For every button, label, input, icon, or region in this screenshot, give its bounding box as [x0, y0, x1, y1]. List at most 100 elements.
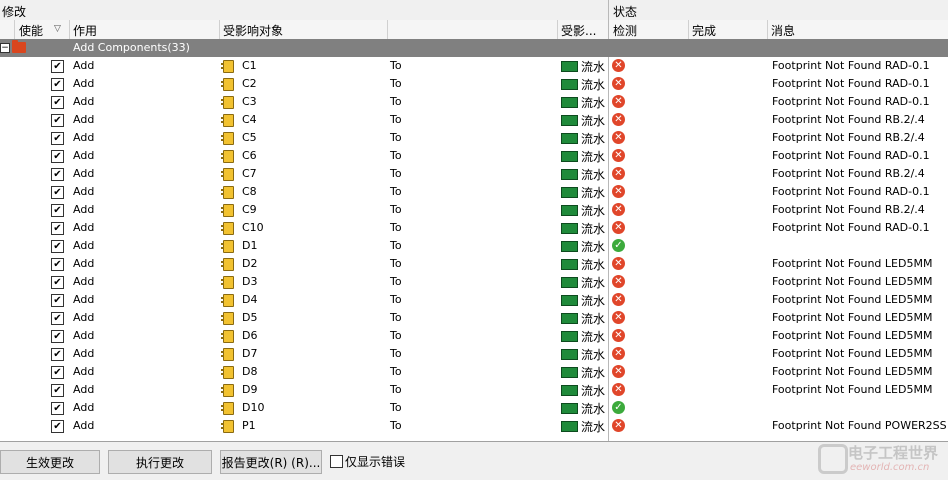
column-action[interactable]: 作用 [73, 22, 97, 39]
enable-checkbox[interactable]: ✔ [51, 204, 64, 217]
table-row[interactable]: ✔ Add D3 To 流水 ✕ Footprint Not Found LED5MM [0, 273, 948, 291]
enable-checkbox[interactable]: ✔ [51, 240, 64, 253]
table-row[interactable]: ✔ Add D8 To 流水 ✕ Footprint Not Found LED5MM [0, 363, 948, 381]
component-chip-icon [221, 312, 234, 325]
table-row[interactable]: ✔ Add C4 To 流水 ✕ Footprint Not Found RB.2/.4 [0, 111, 948, 129]
message-text: Footprint Not Found RAD-0.1 [772, 59, 930, 72]
pcb-document-icon [561, 187, 578, 198]
component-chip-icon [221, 132, 234, 145]
pcb-document-icon [561, 241, 578, 252]
action-text: Add [73, 347, 95, 360]
pcb-document-icon [561, 151, 578, 162]
column-message[interactable]: 消息 [771, 22, 795, 39]
enable-checkbox[interactable]: ✔ [51, 366, 64, 379]
column-divider [688, 20, 689, 39]
message-text: Footprint Not Found RAD-0.1 [772, 77, 930, 90]
table-row[interactable]: ✔ Add C6 To 流水 ✕ Footprint Not Found RAD-0.1 [0, 147, 948, 165]
column-divider [767, 20, 768, 39]
table-row[interactable]: ✔ Add C2 To 流水 ✕ Footprint Not Found RAD-0.1 [0, 75, 948, 93]
group-row-add-components[interactable]: − Add Components(33) [0, 39, 948, 57]
affected-object-text: C5 [242, 131, 257, 144]
error-circle-icon: ✕ [612, 383, 625, 396]
enable-checkbox[interactable]: ✔ [51, 312, 64, 325]
collapse-icon[interactable]: − [0, 43, 10, 53]
enable-checkbox[interactable]: ✔ [51, 276, 64, 289]
enable-checkbox[interactable]: ✔ [51, 258, 64, 271]
column-done[interactable]: 完成 [692, 22, 716, 39]
table-row[interactable]: ✔ Add C9 To 流水 ✕ Footprint Not Found RB.2/.4 [0, 201, 948, 219]
message-text: Footprint Not Found RAD-0.1 [772, 185, 930, 198]
report-changes-button[interactable]: 报告更改(R) (R)... [220, 450, 322, 474]
error-circle-icon: ✕ [612, 257, 625, 270]
enable-checkbox[interactable]: ✔ [51, 384, 64, 397]
action-text: Add [73, 167, 95, 180]
error-circle-icon: ✕ [612, 419, 625, 432]
enable-checkbox[interactable]: ✔ [51, 420, 64, 433]
table-row[interactable]: ✔ Add C3 To 流水 ✕ Footprint Not Found RAD-0.1 [0, 93, 948, 111]
action-text: Add [73, 203, 95, 216]
enable-checkbox[interactable]: ✔ [51, 168, 64, 181]
affected-object-text: C3 [242, 95, 257, 108]
action-text: Add [73, 401, 95, 414]
validate-changes-button[interactable]: 生效更改 [0, 450, 100, 474]
table-row[interactable]: ✔ Add C1 To 流水 ✕ Footprint Not Found RAD-0.1 [0, 57, 948, 75]
column-header-row: 使能 ▽ 作用 受影响对象 受影... 检测 完成 消息 [0, 20, 948, 40]
enable-checkbox[interactable]: ✔ [51, 186, 64, 199]
group-label: Add Components(33) [73, 41, 190, 54]
enable-checkbox[interactable]: ✔ [51, 96, 64, 109]
table-row[interactable]: ✔ Add D7 To 流水 ✕ Footprint Not Found LED5MM [0, 345, 948, 363]
table-row[interactable]: ✔ Add C5 To 流水 ✕ Footprint Not Found RB.2/.4 [0, 129, 948, 147]
enable-checkbox[interactable]: ✔ [51, 60, 64, 73]
errors-only-checkbox[interactable] [330, 455, 343, 468]
action-text: Add [73, 293, 95, 306]
table-row[interactable]: ✔ Add D2 To 流水 ✕ Footprint Not Found LED5MM [0, 255, 948, 273]
table-row[interactable]: ✔ Add D9 To 流水 ✕ Footprint Not Found LED5MM [0, 381, 948, 399]
enable-checkbox[interactable]: ✔ [51, 150, 64, 163]
table-row[interactable]: ✔ Add C10 To 流水 ✕ Footprint Not Found RAD-0.1 [0, 219, 948, 237]
affected-document-text: 流水 [581, 420, 606, 434]
table-row[interactable]: ✔ Add C8 To 流水 ✕ Footprint Not Found RAD-0.1 [0, 183, 948, 201]
component-chip-icon [221, 204, 234, 217]
enable-checkbox[interactable]: ✔ [51, 330, 64, 343]
table-row[interactable]: ✔ Add D6 To 流水 ✕ Footprint Not Found LED5MM [0, 327, 948, 345]
pcb-document-icon [561, 133, 578, 144]
message-text: Footprint Not Found LED5MM [772, 275, 933, 288]
execute-changes-button[interactable]: 执行更改 [108, 450, 212, 474]
affected-object-text: C2 [242, 77, 257, 90]
to-text: To [390, 401, 402, 414]
column-affected-document[interactable]: 受影... [561, 22, 596, 39]
message-text: Footprint Not Found RB.2/.4 [772, 167, 925, 180]
enable-checkbox[interactable]: ✔ [51, 222, 64, 235]
affected-document-text: 流水 [581, 150, 606, 164]
table-row[interactable]: ✔ Add D5 To 流水 ✕ Footprint Not Found LED5MM [0, 309, 948, 327]
sort-icon[interactable]: ▽ [54, 24, 61, 34]
column-enable[interactable]: 使能 [19, 22, 43, 39]
table-row[interactable]: ✔ Add D1 To 流水 ✓ [0, 237, 948, 255]
table-row[interactable]: ✔ Add C7 To 流水 ✕ Footprint Not Found RB.2/.4 [0, 165, 948, 183]
enable-checkbox[interactable]: ✔ [51, 348, 64, 361]
message-text: Footprint Not Found LED5MM [772, 257, 933, 270]
enable-checkbox[interactable]: ✔ [51, 78, 64, 91]
enable-checkbox[interactable]: ✔ [51, 402, 64, 415]
to-text: To [390, 383, 402, 396]
action-text: Add [73, 149, 95, 162]
enable-checkbox[interactable]: ✔ [51, 132, 64, 145]
errors-only-label[interactable]: 仅显示错误 [345, 453, 405, 470]
table-row[interactable]: ✔ Add D4 To 流水 ✕ Footprint Not Found LED5MM [0, 291, 948, 309]
column-divider [14, 20, 15, 39]
affected-document-text: 流水 [581, 402, 606, 416]
pcb-document-icon [561, 97, 578, 108]
column-check[interactable]: 检测 [613, 22, 637, 39]
column-affected-object[interactable]: 受影响对象 [223, 22, 283, 39]
to-text: To [390, 185, 402, 198]
table-row[interactable]: ✔ Add D10 To 流水 ✓ [0, 399, 948, 417]
watermark-url: eeworld.com.cn [850, 462, 930, 473]
component-chip-icon [221, 420, 234, 433]
action-text: Add [73, 419, 95, 432]
error-circle-icon: ✕ [612, 131, 625, 144]
table-row[interactable]: ✔ Add P1 To 流水 ✕ Footprint Not Found POWER2SS [0, 417, 948, 435]
to-text: To [390, 221, 402, 234]
enable-checkbox[interactable]: ✔ [51, 114, 64, 127]
affected-object-text: D7 [242, 347, 258, 360]
enable-checkbox[interactable]: ✔ [51, 294, 64, 307]
